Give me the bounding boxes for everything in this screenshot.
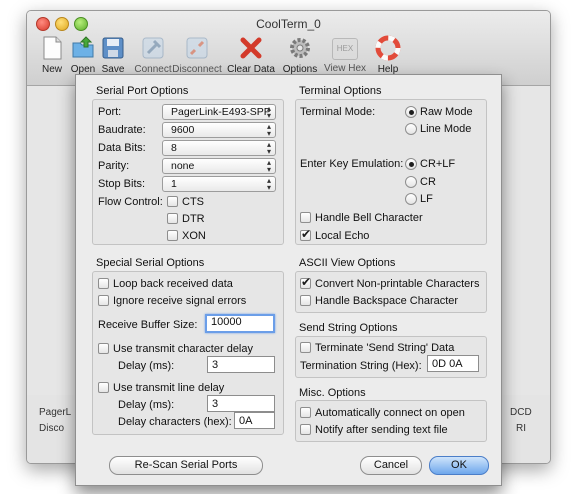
cr-label: CR xyxy=(420,176,436,188)
toolbar-help-button[interactable]: Help xyxy=(363,35,413,75)
line-delay-input[interactable]: 3 xyxy=(207,395,275,412)
char-delay-input[interactable]: 3 xyxy=(207,356,275,373)
cr-radio[interactable] xyxy=(405,176,417,188)
loopback-checkbox[interactable] xyxy=(98,278,109,289)
raw-mode-label: Raw Mode xyxy=(420,106,473,118)
auto-connect-checkbox[interactable] xyxy=(300,407,311,418)
misc-options-title: Misc. Options xyxy=(299,387,366,399)
chevron-updown-icon: ▴ ▾ xyxy=(266,122,271,138)
line-delay-label: Use transmit line delay xyxy=(113,382,225,394)
terminate-send-string-checkbox[interactable] xyxy=(300,342,311,353)
notify-after-send-checkbox[interactable] xyxy=(300,424,311,435)
receive-buffer-label: Receive Buffer Size: xyxy=(98,319,198,331)
ascii-view-options-title: ASCII View Options xyxy=(299,257,396,269)
baudrate-label: Baudrate: xyxy=(98,124,146,136)
delay-characters-input[interactable]: 0A xyxy=(234,412,275,429)
ok-button[interactable]: OK xyxy=(429,456,489,475)
delay-characters-label: Delay characters (hex): xyxy=(118,416,232,428)
disconnect-plug-icon xyxy=(184,35,210,61)
port-select[interactable]: PagerLink-E493-SPP ▴ ▾ xyxy=(162,104,276,120)
handle-bell-checkbox[interactable] xyxy=(300,212,311,223)
terminal-mode-label: Terminal Mode: xyxy=(300,106,376,118)
lifebuoy-icon xyxy=(375,35,401,61)
crlf-label: CR+LF xyxy=(420,158,456,170)
gear-icon xyxy=(287,35,313,61)
save-disk-icon xyxy=(100,35,126,61)
lf-label: LF xyxy=(420,193,433,205)
handle-backspace-label: Handle Backspace Character xyxy=(315,295,459,307)
stop-bits-select[interactable]: 1 ▴ ▾ xyxy=(162,176,276,192)
data-bits-select[interactable]: 8 ▴ ▾ xyxy=(162,140,276,156)
connect-plug-icon xyxy=(140,35,166,61)
parity-label: Parity: xyxy=(98,160,130,172)
notify-after-send-label: Notify after sending text file xyxy=(315,424,448,436)
handle-backspace-checkbox[interactable] xyxy=(300,295,311,306)
rescan-serial-ports-button[interactable]: Re-Scan Serial Ports xyxy=(109,456,263,475)
chevron-updown-icon: ▴ ▾ xyxy=(266,140,271,156)
lf-radio[interactable] xyxy=(405,193,417,205)
status-dcd: DCD xyxy=(510,407,532,418)
crlf-radio[interactable] xyxy=(405,158,417,170)
serial-port-options-title: Serial Port Options xyxy=(96,85,189,97)
port-label: Port: xyxy=(98,106,122,118)
handle-bell-label: Handle Bell Character xyxy=(315,212,423,224)
local-echo-label: Local Echo xyxy=(315,230,370,242)
termination-string-input[interactable]: 0D 0A xyxy=(427,355,479,372)
chevron-updown-icon: ▴ ▾ xyxy=(266,158,271,174)
toolbar-options-button[interactable]: Options xyxy=(275,35,325,75)
line-delay-ms-label: Delay (ms): xyxy=(118,399,175,411)
char-delay-ms-label: Delay (ms): xyxy=(118,360,175,372)
line-mode-label: Line Mode xyxy=(420,123,472,135)
dtr-label: DTR xyxy=(182,213,205,225)
ignore-errors-label: Ignore receive signal errors xyxy=(113,295,247,307)
loopback-label: Loop back received data xyxy=(113,278,233,290)
chevron-updown-icon: ▴ ▾ xyxy=(266,104,271,120)
raw-mode-radio[interactable] xyxy=(405,106,417,118)
parity-select[interactable]: none ▴ ▾ xyxy=(162,158,276,174)
line-mode-radio[interactable] xyxy=(405,123,417,135)
cts-label: CTS xyxy=(182,196,204,208)
xon-checkbox[interactable] xyxy=(167,230,178,241)
toolbar-disconnect-button[interactable]: Disconnect xyxy=(172,35,222,75)
status-connection: Disco xyxy=(39,423,65,434)
cts-checkbox[interactable] xyxy=(167,196,178,207)
auto-connect-label: Automatically connect on open xyxy=(315,407,465,419)
termination-string-label: Termination String (Hex): xyxy=(300,360,422,372)
char-delay-label: Use transmit character delay xyxy=(113,343,253,355)
hex-icon: HEX xyxy=(332,38,358,60)
enter-key-emulation-label: Enter Key Emulation: xyxy=(300,158,404,170)
clear-x-icon xyxy=(238,35,264,61)
toolbar-clear-data-button[interactable]: Clear Data xyxy=(226,35,276,75)
toolbar-connect-button[interactable]: Connect xyxy=(128,35,178,75)
data-bits-label: Data Bits: xyxy=(98,142,146,154)
send-string-options-title: Send String Options xyxy=(299,322,398,334)
cancel-button[interactable]: Cancel xyxy=(360,456,422,475)
convert-nonprintable-checkbox[interactable] xyxy=(300,275,311,289)
line-delay-checkbox[interactable] xyxy=(98,382,109,393)
terminate-send-string-label: Terminate 'Send String' Data xyxy=(315,342,455,354)
flow-control-label: Flow Control: xyxy=(98,196,163,208)
char-delay-checkbox[interactable] xyxy=(98,343,109,354)
ignore-errors-checkbox[interactable] xyxy=(98,295,109,306)
local-echo-checkbox[interactable] xyxy=(300,227,311,241)
convert-nonprintable-label: Convert Non-printable Characters xyxy=(315,278,480,290)
dtr-checkbox[interactable] xyxy=(167,213,178,224)
status-ri: RI xyxy=(516,423,526,434)
chevron-updown-icon: ▴ ▾ xyxy=(266,176,271,192)
xon-label: XON xyxy=(182,230,206,242)
options-dialog: Serial Port Options Port: PagerLink-E493… xyxy=(75,74,502,486)
special-serial-options-title: Special Serial Options xyxy=(96,257,205,269)
baudrate-select[interactable]: 9600 ▴ ▾ xyxy=(162,122,276,138)
receive-buffer-input[interactable]: 10000 xyxy=(205,314,275,333)
window-title: CoolTerm_0 xyxy=(256,17,321,31)
terminal-options-title: Terminal Options xyxy=(299,85,382,97)
status-port-name: PagerL xyxy=(39,407,72,418)
stop-bits-label: Stop Bits: xyxy=(98,178,146,190)
